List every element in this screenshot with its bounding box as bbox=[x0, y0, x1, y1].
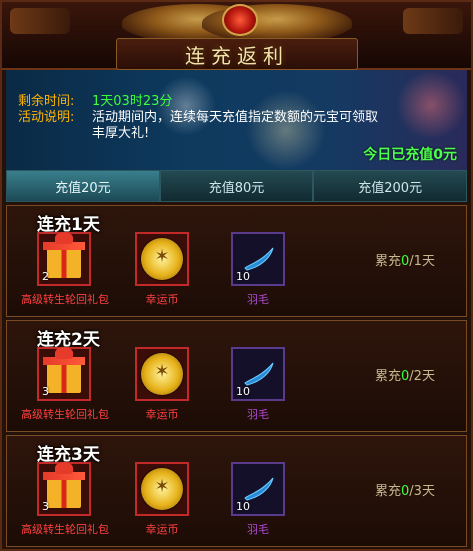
event-window: 连充返利 剩余时间: 1天03时23分 活动说明: 活动期间内，连续每天充值指定… bbox=[0, 0, 473, 551]
item-count: 3 bbox=[42, 385, 49, 398]
feather-icon bbox=[244, 247, 274, 271]
feather-icon bbox=[244, 477, 274, 501]
feather-icon bbox=[244, 362, 274, 386]
item-name: 羽毛 bbox=[247, 523, 269, 536]
event-info: 剩余时间: 1天03时23分 活动说明: 活动期间内，连续每天充值指定数额的元宝… bbox=[18, 94, 378, 142]
description-line-2: 丰厚大礼! bbox=[92, 126, 150, 141]
coin-icon: ✶ bbox=[141, 468, 183, 510]
progress-total: /2天 bbox=[409, 369, 435, 384]
item-count: 3 bbox=[42, 500, 49, 513]
item-name: 羽毛 bbox=[247, 408, 269, 421]
progress-label: 累充 bbox=[375, 369, 402, 384]
title-plate: 连充返利 bbox=[116, 38, 358, 70]
reward-slot-feather[interactable]: 10 bbox=[231, 232, 285, 286]
ornament-left bbox=[10, 8, 70, 34]
item-name: 幸运币 bbox=[145, 523, 179, 536]
tab-recharge-20[interactable]: 充值20元 bbox=[6, 170, 160, 202]
reward-slot-coin[interactable]: ✶ bbox=[135, 232, 189, 286]
task-progress: 累充0/1天 bbox=[375, 250, 435, 269]
coin-icon: ✶ bbox=[141, 353, 183, 395]
progress-label: 累充 bbox=[375, 484, 402, 499]
item-name: 幸运币 bbox=[145, 408, 179, 421]
task-progress: 累充0/3天 bbox=[375, 480, 435, 499]
remaining-time-value: 1天03时23分 bbox=[92, 94, 173, 109]
reward-slot-gift[interactable]: 2 bbox=[37, 232, 91, 286]
title-bar: 连充返利 bbox=[2, 2, 471, 70]
item-count: 2 bbox=[42, 270, 49, 283]
item-count: 10 bbox=[236, 270, 250, 283]
item-count: 10 bbox=[236, 385, 250, 398]
task-list: 连充1天 2 高级转生轮回礼包 ✶ 幸运币 10 羽毛 累充0/1天 连充2天 … bbox=[6, 205, 467, 550]
gift-icon bbox=[43, 462, 85, 508]
progress-label: 累充 bbox=[375, 254, 402, 269]
progress-total: /1天 bbox=[409, 254, 435, 269]
task-row-day-3: 连充3天 3 高级转生轮回礼包 ✶ 幸运币 10 羽毛 累充0/3天 bbox=[6, 435, 467, 547]
event-banner: 剩余时间: 1天03时23分 活动说明: 活动期间内，连续每天充值指定数额的元宝… bbox=[6, 70, 467, 170]
task-row-day-1: 连充1天 2 高级转生轮回礼包 ✶ 幸运币 10 羽毛 累充0/1天 bbox=[6, 205, 467, 317]
item-count: 10 bbox=[236, 500, 250, 513]
page-title: 连充返利 bbox=[185, 43, 289, 68]
tab-recharge-200[interactable]: 充值200元 bbox=[313, 170, 468, 202]
description-label: 活动说明: bbox=[18, 110, 75, 125]
today-recharge-status: 今日已充值0元 bbox=[363, 147, 457, 163]
reward-slot-feather[interactable]: 10 bbox=[231, 462, 285, 516]
tab-recharge-80[interactable]: 充值80元 bbox=[159, 170, 314, 202]
ornament-right bbox=[403, 8, 463, 34]
reward-slot-coin[interactable]: ✶ bbox=[135, 462, 189, 516]
reward-slot-coin[interactable]: ✶ bbox=[135, 347, 189, 401]
task-row-day-2: 连充2天 3 高级转生轮回礼包 ✶ 幸运币 10 羽毛 累充0/2天 bbox=[6, 320, 467, 432]
gem-ornament-icon bbox=[222, 4, 258, 36]
description-line-1: 活动期间内，连续每天充值指定数额的元宝可领取 bbox=[92, 110, 379, 125]
task-progress: 累充0/2天 bbox=[375, 365, 435, 384]
gift-icon bbox=[43, 232, 85, 278]
reward-slot-gift[interactable]: 3 bbox=[37, 347, 91, 401]
coin-icon: ✶ bbox=[141, 238, 183, 280]
progress-total: /3天 bbox=[409, 484, 435, 499]
reward-slot-gift[interactable]: 3 bbox=[37, 462, 91, 516]
remaining-time-label: 剩余时间: bbox=[18, 94, 75, 109]
balloon-icon bbox=[396, 70, 466, 140]
item-name: 高级转生轮回礼包 bbox=[21, 523, 109, 536]
item-name: 羽毛 bbox=[247, 293, 269, 306]
reward-slot-feather[interactable]: 10 bbox=[231, 347, 285, 401]
item-name: 幸运币 bbox=[145, 293, 179, 306]
item-name: 高级转生轮回礼包 bbox=[21, 408, 109, 421]
recharge-tabs: 充值20元 充值80元 充值200元 bbox=[6, 170, 468, 202]
gift-icon bbox=[43, 347, 85, 393]
item-name: 高级转生轮回礼包 bbox=[21, 293, 109, 306]
